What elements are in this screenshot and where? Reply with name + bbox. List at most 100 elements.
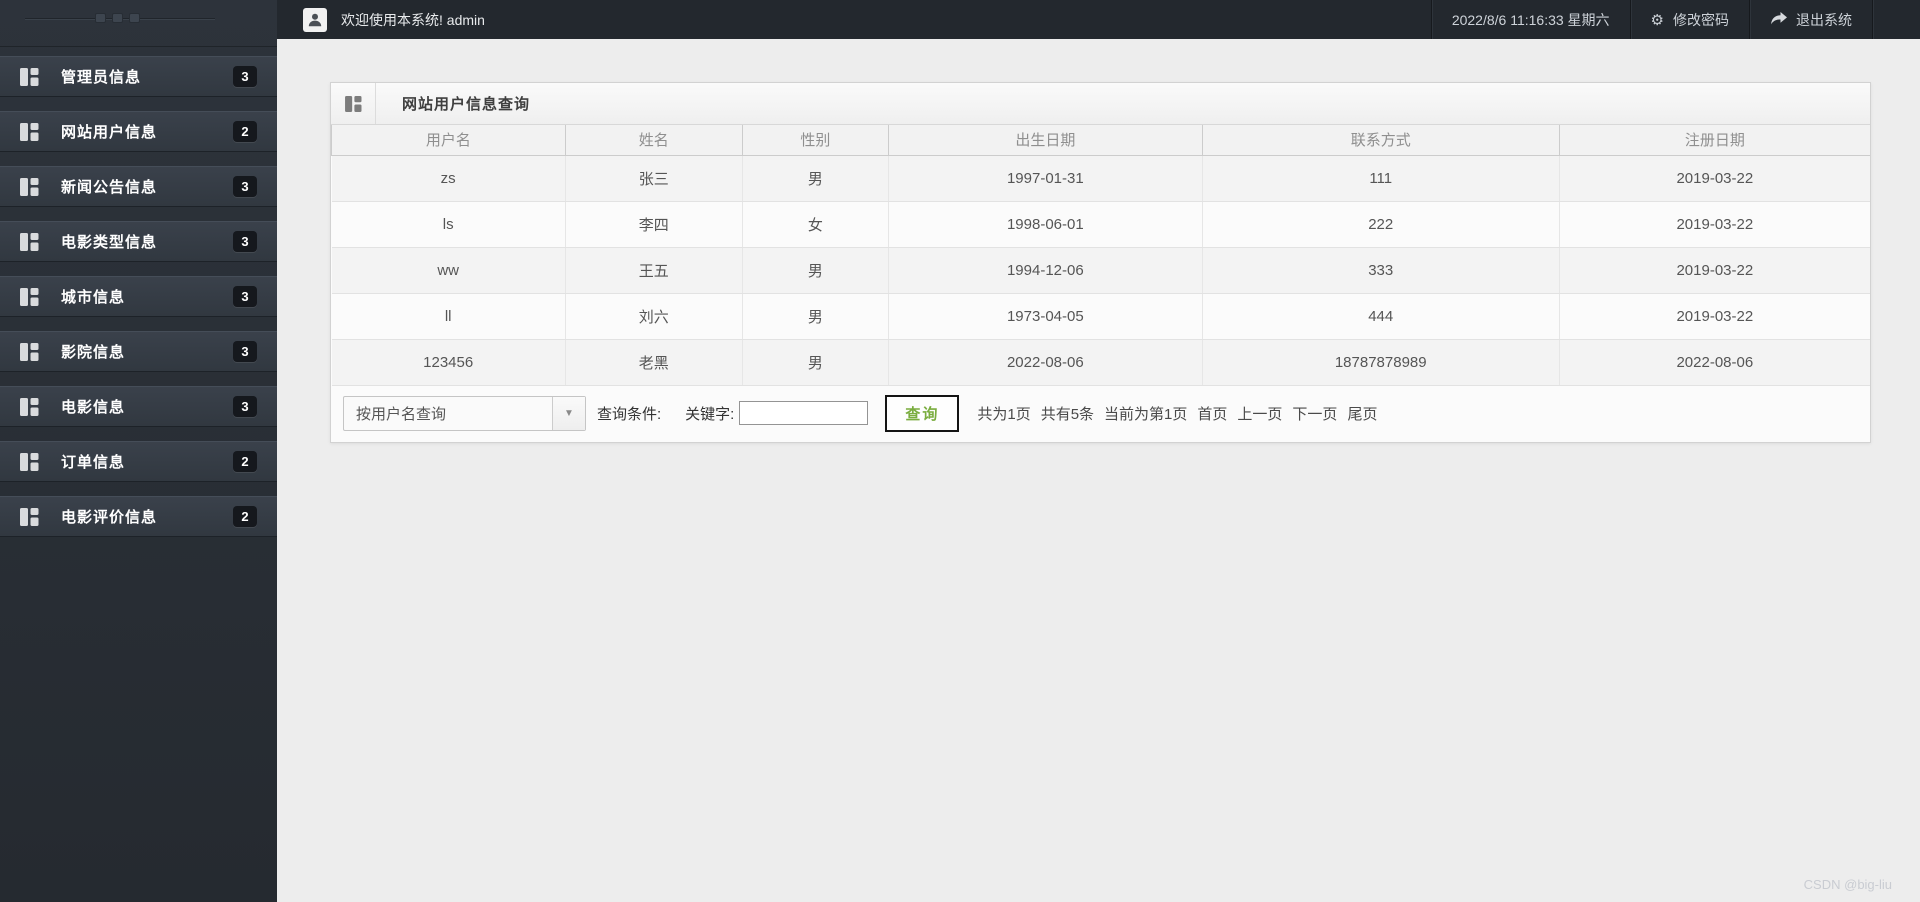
cell-contact: 111 <box>1202 155 1560 202</box>
topbar: 欢迎使用本系统! admin 2022/8/6 11:16:33 星期六 ⚙ 修… <box>277 0 1920 39</box>
topbar-welcome-area: 欢迎使用本系统! admin <box>277 0 1431 39</box>
sidebar-menu: 管理员信息 3 网站用户信息 2 新闻公告信息 3 电影类型信息 3 城市信息 … <box>0 47 277 537</box>
pagination-total-pages: 共为1页 <box>977 405 1031 423</box>
datetime-display: 2022/8/6 11:16:33 星期六 <box>1430 0 1630 39</box>
cell-regdate: 2019-03-22 <box>1559 155 1870 202</box>
cell-username: ll <box>331 293 566 340</box>
sidebar-item-label: 电影评价信息 <box>61 509 158 526</box>
grid-layout-icon <box>20 397 39 416</box>
cell-name: 老黑 <box>565 339 743 386</box>
sidebar-item-badge: 3 <box>233 396 257 417</box>
pagination-next-link[interactable]: 下一页 <box>1292 403 1337 424</box>
pagination-first-link[interactable]: 首页 <box>1197 403 1227 424</box>
cell-contact: 18787878989 <box>1202 339 1560 386</box>
dot-icon <box>129 13 140 23</box>
change-password-button[interactable]: ⚙ 修改密码 <box>1629 0 1749 39</box>
cell-birthdate: 1998-06-01 <box>888 201 1203 248</box>
sidebar-menu-item[interactable]: 管理员信息 3 <box>0 56 277 97</box>
sidebar-item-label: 电影信息 <box>61 399 126 416</box>
table-row: zs 张三 男 1997-01-31 111 2019-03-22 <box>331 155 1870 202</box>
cell-username: 123456 <box>331 339 566 386</box>
dot-icon <box>112 13 123 23</box>
cell-username: zs <box>331 155 566 202</box>
logout-button[interactable]: 退出系统 <box>1749 0 1872 39</box>
pagination-prev-link[interactable]: 上一页 <box>1237 403 1282 424</box>
cell-birthdate: 2022-08-06 <box>888 339 1203 386</box>
cell-regdate: 2019-03-22 <box>1559 201 1870 248</box>
pagination: 共为1页 共有5条 当前为第1页 首页 上一页 下一页 尾页 <box>977 403 1377 424</box>
gear-icon: ⚙ <box>1650 11 1664 29</box>
keyword-input[interactable] <box>739 401 869 425</box>
sidebar-menu-item[interactable]: 电影类型信息 3 <box>0 221 277 262</box>
sidebar-item-badge: 2 <box>233 121 257 142</box>
sidebar-item-badge: 3 <box>233 231 257 252</box>
table-header-cell: 联系方式 <box>1201 125 1560 156</box>
dropdown-selected-value: 按用户名查询 <box>356 405 447 423</box>
datetime-text: 2022/8/6 11:16:33 星期六 <box>1451 11 1610 28</box>
table-row: ll 刘六 男 1973-04-05 444 2019-03-22 <box>331 293 1870 340</box>
cell-username: ww <box>331 247 566 294</box>
grid-layout-icon <box>20 232 39 251</box>
condition-label: 查询条件: <box>597 405 662 423</box>
sidebar-item-badge: 3 <box>233 341 257 362</box>
cell-name: 刘六 <box>565 293 743 340</box>
csdn-watermark: CSDN @big-liu <box>1803 877 1892 892</box>
sidebar-menu-item[interactable]: 订单信息 2 <box>0 441 277 482</box>
user-avatar-icon <box>303 7 327 32</box>
table-row: 123456 老黑 男 2022-08-06 18787878989 2022-… <box>331 339 1870 386</box>
grid-layout-icon <box>20 287 39 306</box>
cell-name: 李四 <box>565 201 743 248</box>
keyword-label: 关键字: <box>685 405 735 423</box>
user-table: 用户名 姓名 性别 出生日期 联系方式 注册日期 zs 张三 男 1997-01… <box>331 125 1870 386</box>
logout-arrow-icon <box>1770 11 1787 28</box>
panel-grid-icon <box>331 83 376 124</box>
table-body: zs 张三 男 1997-01-31 111 2019-03-22 ls 李四 … <box>331 155 1870 386</box>
sidebar-item-label: 订单信息 <box>61 454 126 471</box>
sidebar-menu-item[interactable]: 影院信息 3 <box>0 331 277 372</box>
sidebar-item-badge: 2 <box>233 506 257 527</box>
panel-title-bar: 网站用户信息查询 <box>331 83 1870 125</box>
cell-regdate: 2022-08-06 <box>1559 339 1870 386</box>
table-header-cell: 姓名 <box>564 125 743 156</box>
topbar-spacer <box>1872 0 1920 39</box>
cell-birthdate: 1994-12-06 <box>888 247 1203 294</box>
sidebar: 管理员信息 3 网站用户信息 2 新闻公告信息 3 电影类型信息 3 城市信息 … <box>0 0 277 902</box>
cell-birthdate: 1997-01-31 <box>888 155 1203 202</box>
search-type-dropdown[interactable]: 按用户名查询 ▼ <box>343 395 586 431</box>
grid-layout-icon <box>20 507 39 526</box>
table-header-cell: 出生日期 <box>887 125 1203 156</box>
table-header-cell: 性别 <box>741 125 889 156</box>
sidebar-collapse-handle[interactable] <box>95 13 140 23</box>
pagination-last-link[interactable]: 尾页 <box>1347 403 1377 424</box>
dot-icon <box>95 13 106 23</box>
sidebar-item-label: 电影类型信息 <box>61 234 158 251</box>
grid-layout-icon <box>20 452 39 471</box>
table-row: ww 王五 男 1994-12-06 333 2019-03-22 <box>331 247 1870 294</box>
sidebar-menu-item[interactable]: 新闻公告信息 3 <box>0 166 277 207</box>
chevron-down-icon: ▼ <box>552 396 585 430</box>
sidebar-menu-item[interactable]: 城市信息 3 <box>0 276 277 317</box>
search-button[interactable]: 查询 <box>885 394 960 432</box>
grid-layout-icon <box>20 67 39 86</box>
pagination-current-page: 当前为第1页 <box>1104 405 1188 423</box>
change-password-label: 修改密码 <box>1673 11 1729 28</box>
sidebar-menu-item[interactable]: 电影评价信息 2 <box>0 496 277 537</box>
sidebar-item-label: 新闻公告信息 <box>61 179 158 196</box>
sidebar-item-badge: 3 <box>233 176 257 197</box>
sidebar-menu-item[interactable]: 网站用户信息 2 <box>0 111 277 152</box>
sidebar-item-label: 管理员信息 <box>61 69 142 86</box>
cell-regdate: 2019-03-22 <box>1559 247 1870 294</box>
table-header-cell: 注册日期 <box>1558 125 1870 156</box>
sidebar-item-badge: 3 <box>233 66 257 87</box>
sidebar-menu-item[interactable]: 电影信息 3 <box>0 386 277 427</box>
table-header-row: 用户名 姓名 性别 出生日期 联系方式 注册日期 <box>331 125 1870 156</box>
sidebar-item-badge: 3 <box>233 286 257 307</box>
grid-layout-icon <box>20 177 39 196</box>
table-header-cell: 用户名 <box>331 125 566 156</box>
cell-username: ls <box>331 201 566 248</box>
logout-label: 退出系统 <box>1796 11 1852 28</box>
sidebar-item-label: 影院信息 <box>61 344 126 361</box>
sidebar-item-label: 城市信息 <box>61 289 126 306</box>
pagination-total-records: 共有5条 <box>1040 405 1095 423</box>
panel-title: 网站用户信息查询 <box>402 96 531 113</box>
